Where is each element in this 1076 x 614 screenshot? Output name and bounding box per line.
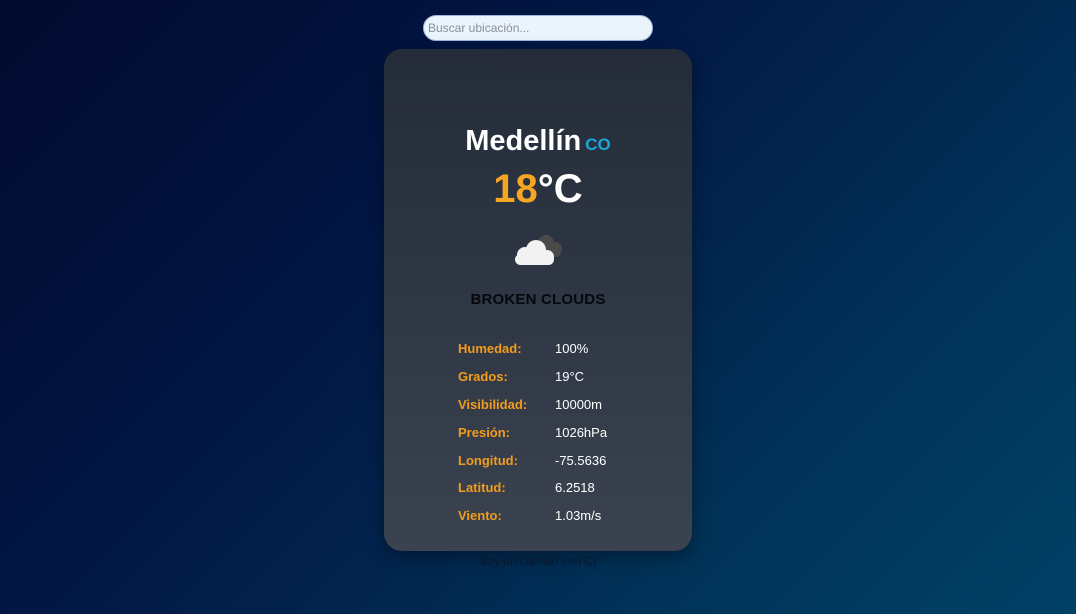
weather-card: Medellín CO 18°C BROKEN CLOUDS Humedad: 1… bbox=[384, 49, 692, 551]
broken-clouds-icon bbox=[509, 229, 569, 271]
city-name: Medellín bbox=[465, 125, 582, 157]
detail-value: 10000m bbox=[555, 396, 602, 412]
detail-label: Longitud: bbox=[458, 452, 518, 468]
detail-visibility: Visibilidad: 10000m bbox=[458, 391, 658, 419]
detail-label: Visibilidad: bbox=[458, 396, 528, 412]
temperature-unit: °C bbox=[537, 167, 583, 211]
weather-description: BROKEN CLOUDS bbox=[470, 291, 606, 308]
temperature-value: 18 bbox=[493, 167, 538, 211]
detail-label: Grados: bbox=[458, 369, 508, 385]
detail-label: Viento: bbox=[458, 508, 502, 524]
search-bar bbox=[423, 15, 653, 41]
detail-value: 19°C bbox=[555, 369, 585, 385]
weather-details: Humedad: 100% Grados: 19°C Visibilidad: … bbox=[458, 335, 658, 530]
search-input[interactable] bbox=[423, 15, 653, 41]
detail-value: 1.03m/s bbox=[555, 508, 602, 524]
detail-value: 6.2518 bbox=[555, 480, 595, 496]
detail-latitude: Latitud: 6.2518 bbox=[458, 474, 658, 502]
footer-text: Soy un cambio con CI bbox=[479, 554, 597, 568]
country-code: CO bbox=[585, 135, 611, 154]
detail-longitude: Longitud: -75.5636 bbox=[458, 446, 658, 474]
location-header: Medellín CO bbox=[384, 125, 692, 158]
detail-humidity: Humedad: 100% bbox=[458, 335, 658, 363]
detail-value: 1026hPa bbox=[555, 424, 608, 440]
detail-label: Humedad: bbox=[458, 341, 522, 357]
detail-wind: Viento: 1.03m/s bbox=[458, 502, 658, 530]
detail-value: 100% bbox=[555, 341, 589, 357]
detail-label: Latitud: bbox=[458, 480, 506, 496]
detail-degrees: Grados: 19°C bbox=[458, 363, 658, 391]
detail-label: Presión: bbox=[458, 424, 511, 440]
detail-pressure: Presión: 1026hPa bbox=[458, 418, 658, 446]
temperature: 18°C bbox=[384, 167, 692, 212]
detail-value: -75.5636 bbox=[555, 452, 607, 468]
